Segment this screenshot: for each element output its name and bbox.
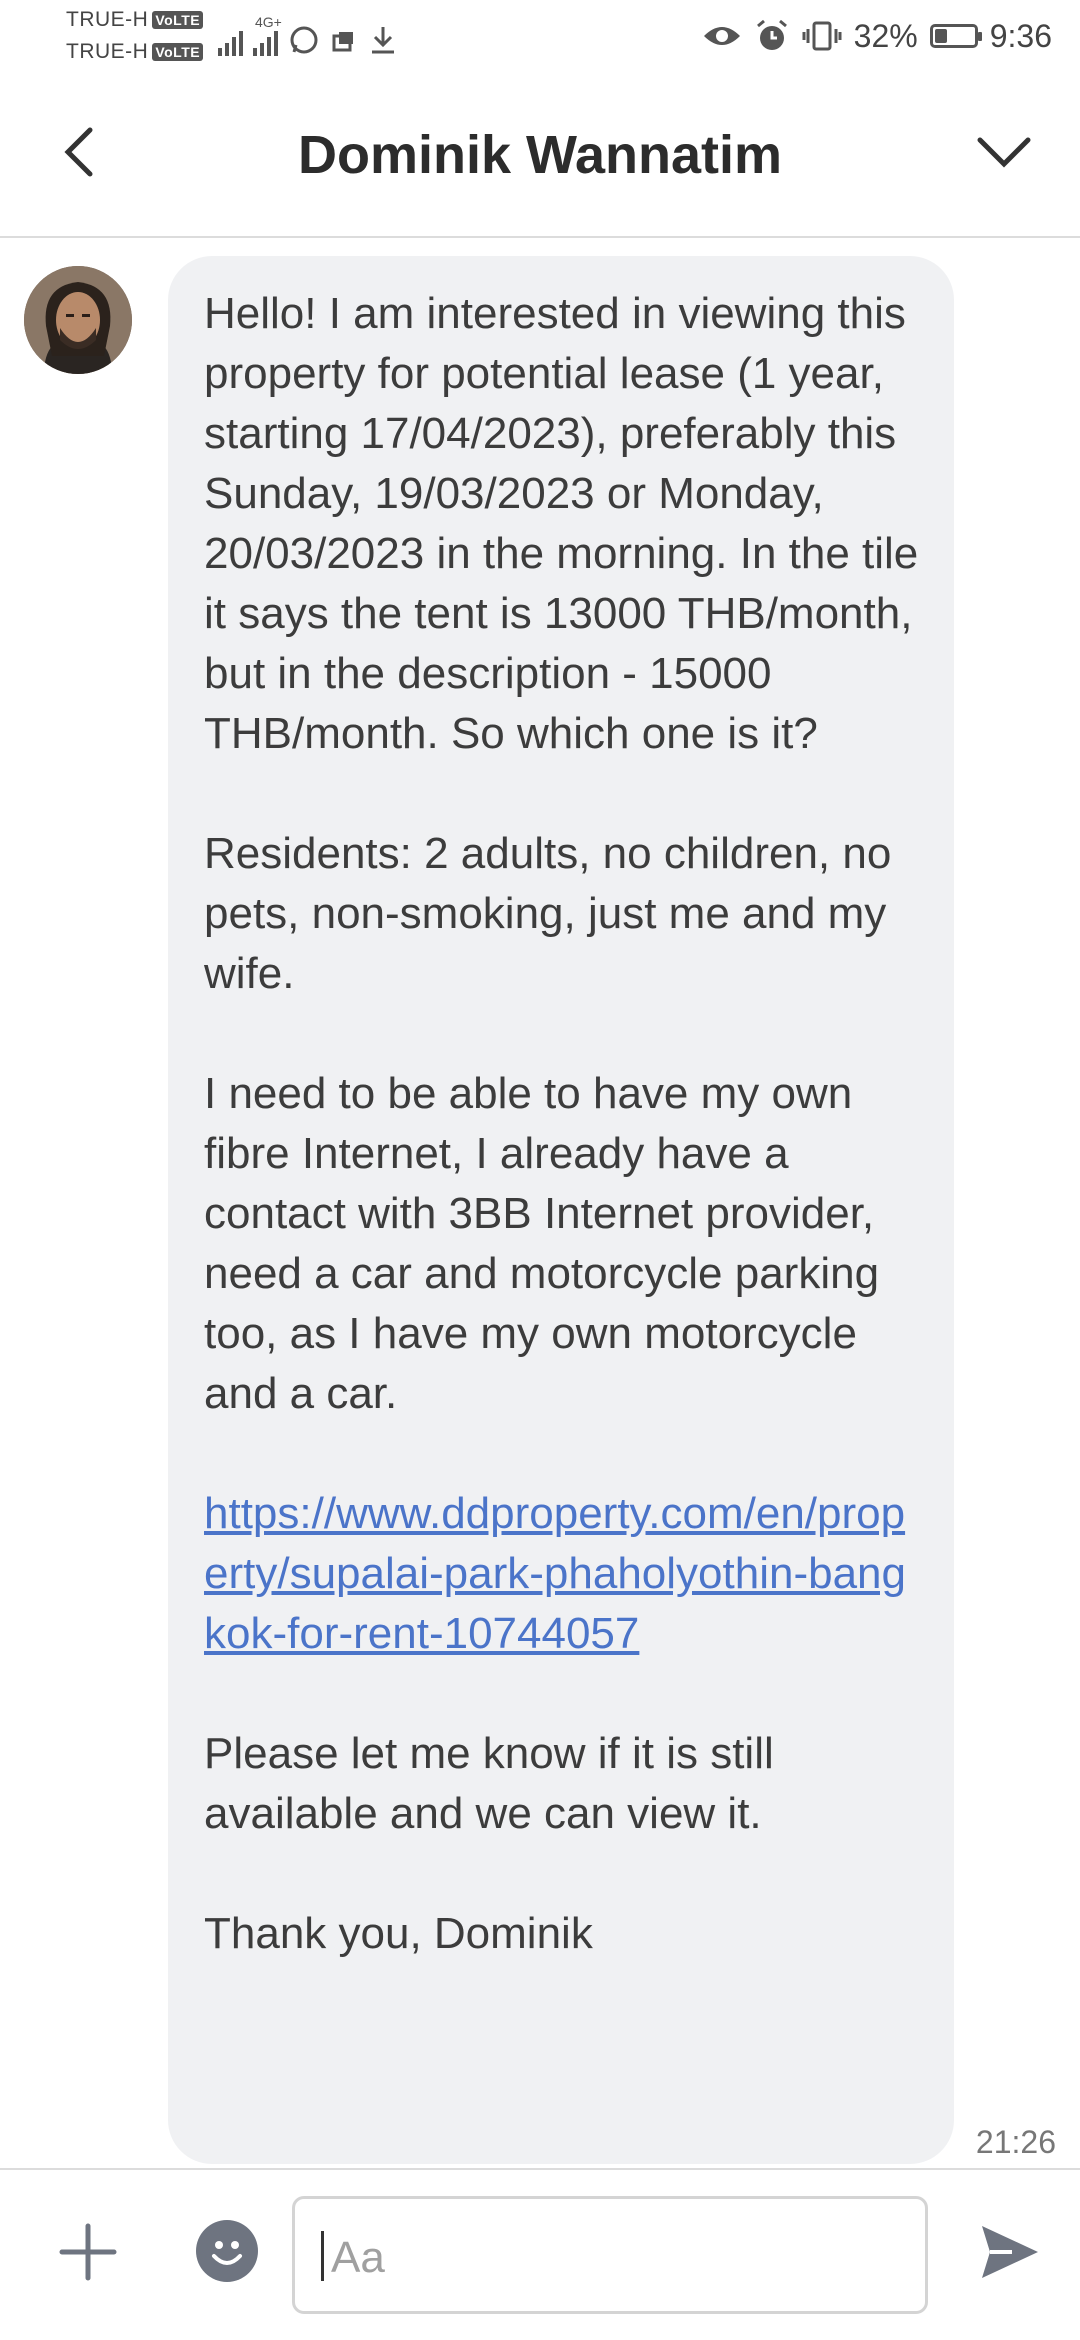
message-input-bar: Aa xyxy=(0,2168,1080,2340)
message-text: Hello! I am interested in viewing this p… xyxy=(204,284,920,1964)
network-type-label: 4G+ xyxy=(255,14,282,30)
signal-icon xyxy=(218,28,243,56)
contact-avatar[interactable] xyxy=(24,266,132,374)
attach-button[interactable] xyxy=(56,2220,120,2284)
message-bubble[interactable]: Hello! I am interested in viewing this p… xyxy=(168,256,954,2164)
emoji-button[interactable] xyxy=(196,2220,258,2282)
message-paragraph-3: I need to be able to have my own fibre I… xyxy=(204,1069,880,1418)
alarm-icon xyxy=(756,19,787,50)
battery-percent: 32% xyxy=(853,17,918,54)
battery-fill xyxy=(934,29,947,43)
message-paragraph-5: Thank you, Dominik xyxy=(204,1909,593,1958)
message-input[interactable]: Aa xyxy=(292,2196,928,2314)
send-button[interactable] xyxy=(978,2220,1042,2284)
send-icon xyxy=(982,2226,1038,2278)
message-paragraph-4: Please let me know if it is still availa… xyxy=(204,1729,774,1838)
property-link[interactable]: https://www.ddproperty.com/en/property/s… xyxy=(204,1489,906,1658)
eye-icon xyxy=(703,27,740,45)
battery-icon xyxy=(929,24,982,48)
message-timestamp: 21:26 xyxy=(975,2124,1056,2160)
vibrate-icon xyxy=(802,21,842,51)
carrier-label-2: TRUE-H VoLTE xyxy=(66,40,204,64)
chat-header: Dominik Wannatim xyxy=(0,76,1080,238)
message-paragraph-2: Residents: 2 adults, no children, no pet… xyxy=(204,829,892,998)
contact-name[interactable]: Dominik Wannatim xyxy=(0,124,1080,186)
status-bar: TRUE-H VoLTE TRUE-H VoLTE 4G+ 32% 9:36 xyxy=(0,0,1080,76)
input-placeholder: Aa xyxy=(331,2233,385,2282)
chevron-down-icon xyxy=(977,137,1031,168)
message-paragraph-1: Hello! I am interested in viewing this p… xyxy=(204,289,919,758)
text-caret xyxy=(321,2231,324,2281)
data-saver-icon xyxy=(332,32,353,52)
header-menu-button[interactable] xyxy=(968,116,1040,188)
whatsapp-icon xyxy=(290,26,318,54)
carrier-label-1: TRUE-H VoLTE xyxy=(66,8,204,32)
signal-4g-icon: 4G+ xyxy=(253,14,282,56)
download-icon xyxy=(372,27,394,54)
emoji-icon xyxy=(212,2241,242,2265)
clock: 9:36 xyxy=(989,17,1052,54)
plus-icon xyxy=(59,2223,117,2281)
